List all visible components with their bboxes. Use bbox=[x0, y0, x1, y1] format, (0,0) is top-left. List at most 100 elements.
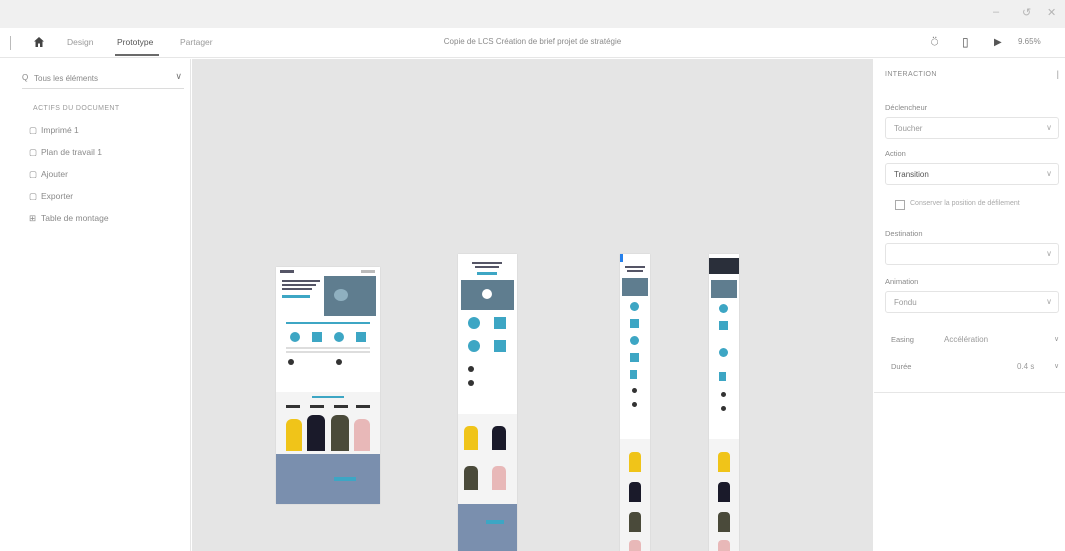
heading-line bbox=[475, 266, 499, 268]
artboard-mobile[interactable] bbox=[620, 254, 650, 551]
artboard-mobile-alt[interactable] bbox=[709, 254, 739, 551]
feature-icon bbox=[719, 321, 728, 330]
avatar bbox=[721, 392, 726, 397]
trigger-value: Toucher bbox=[894, 124, 923, 133]
action-value: Transition bbox=[894, 170, 929, 179]
app-toolbar: Design Prototype Partager Copie de LCS C… bbox=[0, 28, 1065, 58]
chevron-down-icon: ∨ bbox=[1046, 249, 1052, 258]
hero-image bbox=[324, 276, 376, 316]
asset-label: Ajouter bbox=[41, 169, 68, 179]
device-preview-icon[interactable]: ▯ bbox=[962, 35, 969, 49]
asset-item[interactable]: ▢ Plan de travail 1 bbox=[29, 147, 102, 158]
feature-icon bbox=[290, 332, 300, 342]
easing-label: Easing bbox=[891, 335, 914, 344]
heading-line bbox=[282, 288, 312, 290]
minimize-icon[interactable]: – bbox=[993, 6, 999, 18]
feature-icon bbox=[630, 370, 637, 379]
asset-item[interactable]: ▢ Imprimé 1 bbox=[29, 125, 79, 136]
cta-block bbox=[477, 272, 497, 275]
label-block bbox=[286, 405, 300, 408]
document-title[interactable]: Copie de LCS Création de brief projet de… bbox=[0, 37, 1065, 46]
product-photo bbox=[629, 512, 641, 532]
design-canvas[interactable] bbox=[192, 59, 873, 551]
product-photo bbox=[492, 466, 506, 490]
chevron-down-icon: ∨ bbox=[1046, 123, 1052, 132]
asset-label: Exporter bbox=[41, 191, 74, 201]
restore-icon[interactable]: ↺ bbox=[1022, 6, 1031, 19]
text-line bbox=[286, 351, 370, 353]
artboard-icon: ▢ bbox=[29, 169, 38, 179]
asset-item[interactable]: ▢ Exporter bbox=[29, 191, 73, 202]
artboard-icon: ▢ bbox=[29, 147, 38, 157]
feature-icon bbox=[356, 332, 366, 342]
active-tab-indicator bbox=[115, 54, 159, 56]
footer-band bbox=[458, 504, 517, 551]
panel-title: INTERACTION bbox=[885, 71, 937, 78]
animation-select[interactable]: Fondu ∨ bbox=[885, 291, 1059, 313]
feature-icon bbox=[719, 304, 728, 313]
footer-button bbox=[486, 520, 504, 524]
footer-band bbox=[276, 454, 380, 504]
assets-filter[interactable]: Q Tous les éléments ∨ bbox=[22, 67, 184, 89]
chevron-down-icon[interactable]: ∨ bbox=[1054, 335, 1059, 343]
hero-image bbox=[622, 278, 648, 296]
assets-panel: Q Tous les éléments ∨ ACTIFS DU DOCUMENT… bbox=[0, 59, 191, 551]
artboard-icon: ▢ bbox=[29, 125, 38, 135]
avatar bbox=[721, 406, 726, 411]
play-icon[interactable]: ▶ bbox=[994, 37, 1002, 48]
product-photo bbox=[286, 419, 302, 451]
chevron-down-icon: ∨ bbox=[1046, 169, 1052, 178]
nav-block bbox=[361, 270, 375, 273]
action-label: Action bbox=[885, 149, 906, 158]
product-photo bbox=[354, 419, 370, 451]
easing-select[interactable]: Accélération bbox=[944, 335, 988, 344]
close-icon[interactable]: ✕ bbox=[1047, 6, 1056, 19]
chevron-down-icon: ∨ bbox=[1046, 297, 1052, 306]
artboard-desktop[interactable] bbox=[276, 267, 380, 504]
user-icon[interactable]: ⍥ bbox=[931, 35, 938, 50]
asset-label: Plan de travail 1 bbox=[41, 147, 102, 157]
animation-label: Animation bbox=[885, 277, 919, 286]
product-photo bbox=[492, 426, 506, 450]
action-select[interactable]: Transition ∨ bbox=[885, 163, 1059, 185]
label-block bbox=[356, 405, 370, 408]
hero-shape bbox=[334, 289, 348, 301]
preserve-scroll-checkbox[interactable] bbox=[895, 200, 905, 210]
text-line bbox=[286, 347, 370, 349]
trigger-select[interactable]: Toucher ∨ bbox=[885, 117, 1059, 139]
search-icon: Q bbox=[22, 73, 29, 82]
feature-icon bbox=[334, 332, 344, 342]
destination-select[interactable]: ∨ bbox=[885, 243, 1059, 265]
artboard-icon: ▢ bbox=[29, 191, 38, 201]
feature-icon bbox=[630, 319, 639, 328]
heading-line bbox=[282, 284, 316, 286]
heading-line bbox=[625, 266, 645, 268]
panel-divider bbox=[874, 392, 1065, 393]
product-photo bbox=[718, 452, 730, 472]
logo-block bbox=[280, 270, 294, 273]
animation-value: Fondu bbox=[894, 298, 917, 307]
hero-image bbox=[711, 280, 737, 298]
asset-label: Table de montage bbox=[41, 213, 109, 223]
heading-line bbox=[472, 262, 502, 264]
selection-handle[interactable] bbox=[620, 254, 623, 262]
asset-item[interactable]: ▢ Ajouter bbox=[29, 169, 68, 180]
destination-label: Destination bbox=[885, 229, 923, 238]
zoom-level[interactable]: 9.65% bbox=[1018, 37, 1041, 46]
feature-icon bbox=[630, 336, 639, 345]
feature-icon bbox=[719, 348, 728, 357]
panel-collapse-icon[interactable]: | bbox=[1057, 69, 1059, 79]
heading-line bbox=[282, 280, 320, 282]
divider-line bbox=[286, 322, 370, 324]
heading-line bbox=[627, 270, 643, 272]
artboard-tablet[interactable] bbox=[458, 254, 517, 551]
duration-input[interactable]: 0.4 s bbox=[1017, 362, 1034, 371]
chevron-down-icon[interactable]: ∨ bbox=[175, 71, 182, 82]
chevron-down-icon[interactable]: ∨ bbox=[1054, 362, 1059, 370]
footer-button bbox=[334, 477, 356, 481]
avatar bbox=[288, 359, 294, 365]
asset-item[interactable]: ⊞ Table de montage bbox=[29, 213, 109, 224]
product-photo bbox=[307, 415, 325, 451]
duration-label: Durée bbox=[891, 362, 912, 371]
product-photo bbox=[718, 540, 730, 551]
